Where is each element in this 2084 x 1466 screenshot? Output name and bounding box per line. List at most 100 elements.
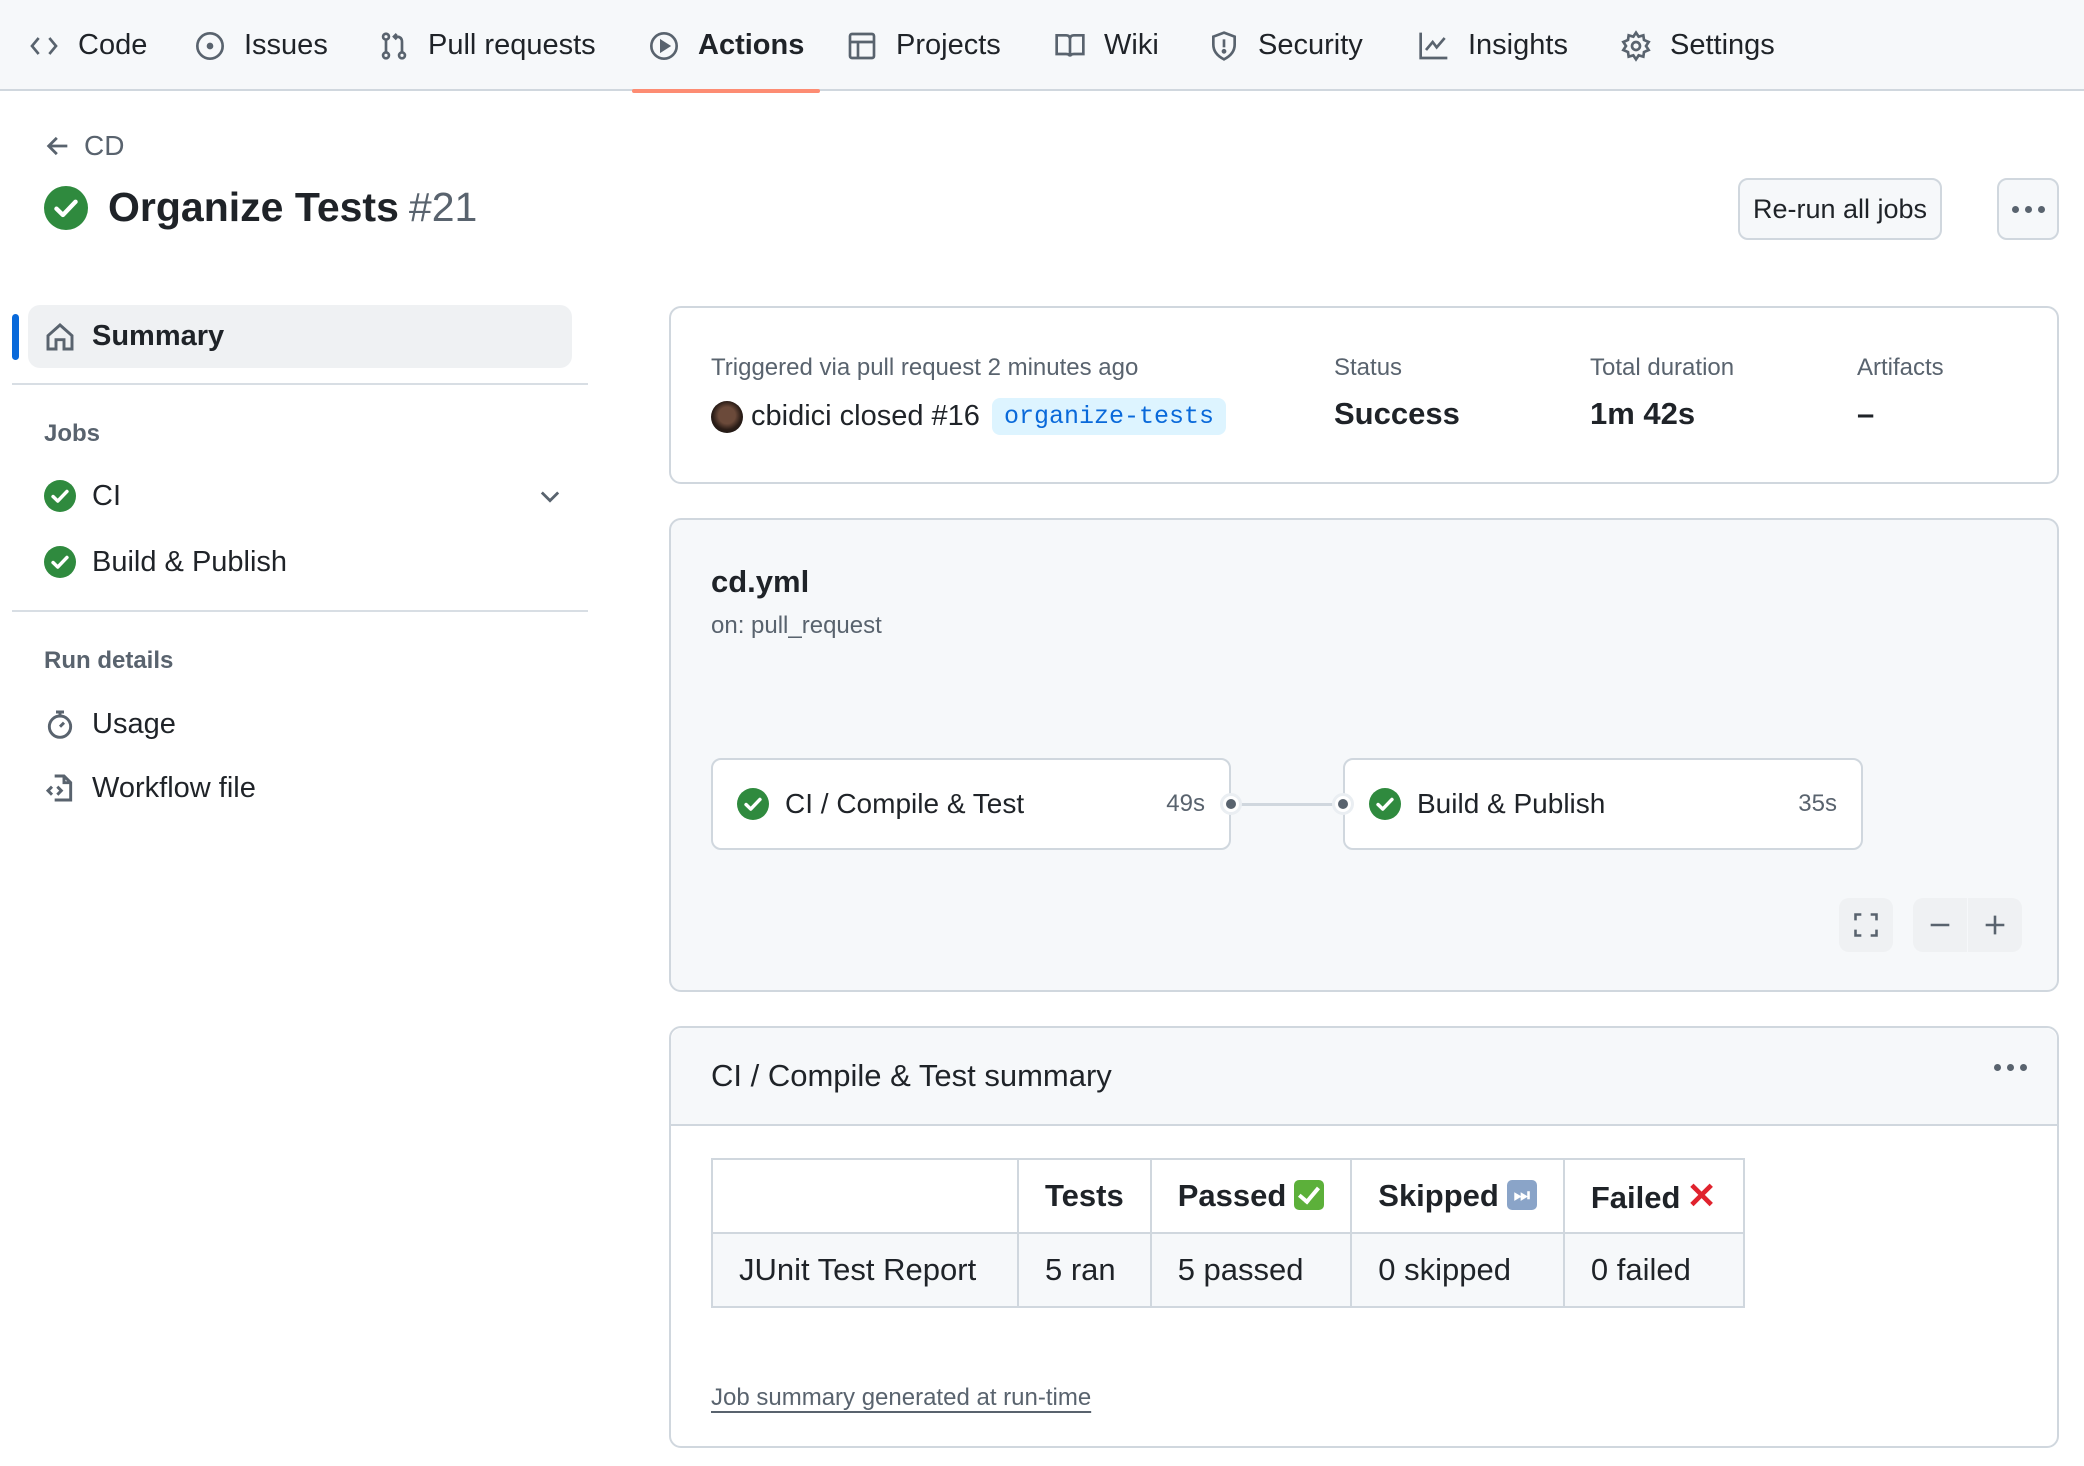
page-title-row: Organize Tests #21 xyxy=(44,184,477,231)
divider xyxy=(12,383,588,385)
trigger-text: Triggered via pull request 2 minutes ago xyxy=(711,354,1139,381)
sidebar-item-label: Summary xyxy=(92,320,225,352)
tab-code[interactable]: Code xyxy=(28,0,147,91)
table-header: Skipped xyxy=(1350,1158,1565,1234)
screen-full-icon xyxy=(1854,913,1878,937)
arrow-left-icon xyxy=(46,136,68,156)
avatar[interactable] xyxy=(711,400,743,433)
plus-icon xyxy=(1985,915,2005,935)
file-code-icon xyxy=(44,772,76,804)
tab-issues[interactable]: Issues xyxy=(194,0,328,91)
workflow-graph-card: cd.yml on: pull_request CI / Compile & T… xyxy=(669,518,2059,992)
sidebar-item-summary[interactable]: Summary xyxy=(28,305,572,368)
header-label: Skipped xyxy=(1378,1178,1499,1213)
graph-icon xyxy=(1419,32,1448,59)
table-cell: JUnit Test Report xyxy=(711,1232,1019,1308)
test-report-table: Tests Passed Skipped Failed✕ JUnit Test … xyxy=(711,1158,1745,1308)
tab-wiki[interactable]: Wiki xyxy=(1054,0,1159,91)
tab-pull-requests[interactable]: Pull requests xyxy=(378,0,596,91)
breadcrumb-back-link[interactable]: CD xyxy=(44,130,124,162)
job-output-port xyxy=(1220,793,1242,815)
book-icon xyxy=(1055,33,1085,57)
tab-security[interactable]: Security xyxy=(1208,0,1363,91)
job-node-build-publish[interactable]: Build & Publish 35s xyxy=(1343,758,1863,850)
tab-label: Actions xyxy=(698,29,805,61)
check-circle-fill-icon xyxy=(44,480,76,512)
tab-actions[interactable]: Actions xyxy=(631,0,821,93)
job-node-ci-compile-test[interactable]: CI / Compile & Test 49s xyxy=(711,758,1231,850)
check-circle-fill-icon xyxy=(737,788,769,820)
zoom-out-button[interactable] xyxy=(1913,898,1967,952)
table-row: JUnit Test Report 5 ran 5 passed 0 skipp… xyxy=(711,1232,1745,1308)
check-circle-fill-icon xyxy=(1369,788,1401,820)
header-label: Tests xyxy=(1045,1178,1124,1213)
tab-label: Pull requests xyxy=(428,29,596,61)
duration-label: Total duration xyxy=(1590,354,1735,381)
divider xyxy=(12,610,588,612)
rerun-all-jobs-button[interactable]: Re-run all jobs xyxy=(1738,178,1942,240)
sidebar-job-build-publish[interactable]: Build & Publish xyxy=(44,536,564,588)
table-header: Passed xyxy=(1149,1158,1353,1234)
actor-link[interactable]: cbidici xyxy=(751,400,832,433)
job-name: Build & Publish xyxy=(1417,788,1606,819)
minus-icon xyxy=(1930,923,1950,927)
duration-value: 1m 42s xyxy=(1590,396,1696,431)
action-text: closed xyxy=(839,400,924,432)
more-options-button[interactable] xyxy=(1997,178,2059,240)
tab-projects[interactable]: Projects xyxy=(846,0,1001,91)
play-icon xyxy=(650,31,678,60)
workflow-trigger: on: pull_request xyxy=(711,612,882,639)
sidebar-item-usage[interactable]: Usage xyxy=(44,698,564,750)
cross-mark-icon: ✕ xyxy=(1686,1175,1717,1216)
next-track-icon xyxy=(1506,1180,1537,1210)
branch-label[interactable]: organize-tests xyxy=(991,398,1226,435)
trigger-row: cbidici closed #16 organize-tests xyxy=(711,398,1226,435)
home-icon xyxy=(46,322,74,350)
tab-label: Wiki xyxy=(1104,29,1159,61)
job-summary-card: CI / Compile & Test summary Tests Passed… xyxy=(669,1026,2059,1448)
check-circle-fill-icon xyxy=(44,546,76,578)
table-cell: 0 failed xyxy=(1562,1232,1745,1308)
job-summary-info-link[interactable]: Job summary generated at run-time xyxy=(711,1384,1091,1412)
sidebar-job-ci[interactable]: CI xyxy=(44,470,564,522)
table-icon xyxy=(848,32,876,59)
sidebar-item-label: CI xyxy=(92,479,121,512)
status-value: Success xyxy=(1334,396,1460,431)
sidebar-item-workflow-file[interactable]: Workflow file xyxy=(44,762,564,814)
job-duration: 35s xyxy=(1798,790,1837,817)
repo-nav: Code Issues Pull requests Actions Projec… xyxy=(0,0,2084,93)
shield-icon xyxy=(1212,30,1236,61)
run-summary-card: Triggered via pull request 2 minutes ago… xyxy=(669,306,2059,484)
sidebar-item-label: Usage xyxy=(92,707,176,740)
status-label: Status xyxy=(1334,354,1403,381)
active-indicator xyxy=(12,314,19,360)
header-label: Passed xyxy=(1177,1178,1287,1213)
tab-settings[interactable]: Settings xyxy=(1620,0,1775,91)
job-summary-header: CI / Compile & Test summary xyxy=(671,1028,2057,1126)
job-input-port xyxy=(1332,793,1354,815)
job-connector xyxy=(1231,803,1343,806)
job-duration: 49s xyxy=(1166,790,1205,817)
header-label: Failed xyxy=(1590,1180,1681,1215)
run-number: #21 xyxy=(408,184,478,230)
chevron-down-icon[interactable] xyxy=(536,482,564,510)
stopwatch-icon xyxy=(44,708,76,740)
tab-label: Issues xyxy=(244,29,328,61)
kebab-horizontal-icon[interactable] xyxy=(1994,1064,2027,1071)
pr-link[interactable]: #16 xyxy=(932,400,980,433)
table-header-row: Tests Passed Skipped Failed✕ xyxy=(711,1158,1745,1234)
jobs-heading: Jobs xyxy=(44,420,101,447)
tab-label: Security xyxy=(1258,29,1363,61)
tab-label: Code xyxy=(78,29,148,61)
table-cell: 5 passed xyxy=(1149,1232,1353,1308)
table-header xyxy=(711,1158,1019,1234)
breadcrumb-label: CD xyxy=(84,130,125,161)
tab-label: Insights xyxy=(1468,29,1568,61)
tab-insights[interactable]: Insights xyxy=(1418,0,1568,91)
zoom-in-button[interactable] xyxy=(1968,898,2022,952)
artifacts-label: Artifacts xyxy=(1857,354,1944,381)
page-title: Organize Tests xyxy=(108,184,399,230)
code-icon xyxy=(30,36,58,55)
table-cell: 0 skipped xyxy=(1350,1232,1565,1308)
fullscreen-button[interactable] xyxy=(1839,898,1893,952)
